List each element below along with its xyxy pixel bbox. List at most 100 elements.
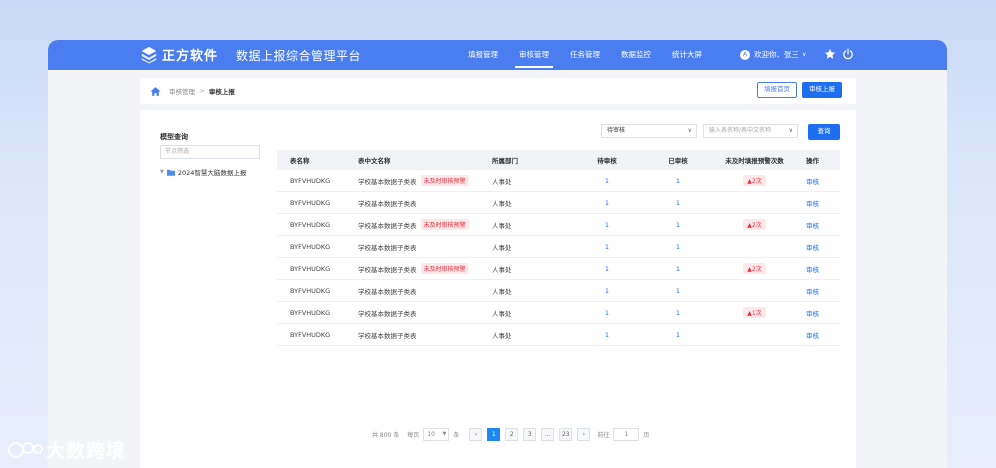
top-bar: 正方软件 数据上报综合管理平台 填报管理 审核管理 任务管理 数据监控 统计大屏… [48, 40, 947, 70]
status-select[interactable]: 待审核 ∨ [601, 124, 697, 138]
review-link[interactable]: 审核 [796, 214, 840, 235]
tree-node[interactable]: ▼ 2024智慧大脑数据上报 [160, 167, 246, 177]
cell-done: 1 [675, 198, 681, 207]
tree-node-label: 2024智慧大脑数据上报 [177, 169, 247, 177]
review-link[interactable]: 审核 [796, 324, 840, 345]
query-button[interactable]: 查询 [808, 124, 840, 140]
cell-dept: 人事处 [492, 221, 512, 230]
cell-cn-name: 学校基本数据子类表 [358, 324, 492, 345]
cell-dept: 人事处 [492, 199, 512, 208]
cell-cn-name: 学校基本数据子类表 [358, 192, 492, 213]
cell-done: 1 [675, 286, 681, 295]
nav-data-monitor[interactable]: 数据监控 [621, 40, 651, 70]
page-2[interactable]: 2 [505, 428, 519, 441]
cell-name: BYFVHUDKG [290, 286, 331, 295]
cn-name-text: 学校基本数据子类表 [358, 265, 417, 274]
cell-dept: 人事处 [492, 265, 512, 274]
home-icon[interactable] [150, 86, 161, 97]
warning-tag: 未及时审核预警 [420, 175, 469, 186]
watermark-text: 大数跨境 [46, 440, 127, 462]
next-page-button[interactable]: › [577, 428, 591, 441]
chevron-down-icon: ∨ [687, 127, 692, 134]
cell-dept: 人事处 [492, 287, 512, 296]
avatar: A [740, 49, 750, 60]
prev-page-button[interactable]: ‹ [469, 428, 483, 441]
warn-count-badge: ▲2次 [743, 219, 766, 230]
cell-dept: 人事处 [492, 177, 512, 186]
table-row: BYFVHUDKG 学校基本数据子类表 未及时审核预警 人事处 1 1 ▲2次 审核 [277, 170, 840, 192]
review-link[interactable]: 审核 [796, 192, 840, 213]
cell-name: BYFVHUDKG [290, 264, 331, 273]
table-row: BYFVHUDKG 学校基本数据子类表 人事处 1 1 审核 [277, 192, 840, 214]
cell-pending: 1 [604, 308, 610, 317]
nav-fill-management[interactable]: 填报管理 [468, 40, 498, 70]
review-link[interactable]: 审核 [796, 302, 840, 323]
cell-done: 1 [675, 176, 681, 185]
breadcrumb-current: 审核上报 [208, 88, 235, 96]
page-3[interactable]: 3 [523, 428, 537, 441]
review-link[interactable]: 审核 [796, 258, 840, 279]
cell-done: 1 [675, 242, 681, 251]
page-23[interactable]: 23 [559, 428, 573, 441]
per-page-select[interactable]: 10 ▼ [423, 428, 450, 441]
review-report-button[interactable]: 审核上报 [802, 82, 842, 98]
per-page-unit: 条 [453, 432, 460, 439]
nav-review-management[interactable]: 审核管理 [515, 40, 553, 70]
cn-name-text: 学校基本数据子类表 [358, 199, 417, 208]
per-page-label: 每页 [407, 432, 420, 439]
cell-cn-name: 学校基本数据子类表 未及时审核预警 [358, 258, 492, 279]
col-cn-name: 表中文名称 [358, 157, 391, 165]
watermark-logo-icon [8, 441, 43, 458]
cell-warn-count: ▲2次 [713, 170, 796, 191]
review-link[interactable]: 审核 [796, 170, 840, 191]
page-ellipsis[interactable]: ... [541, 428, 555, 441]
cell-name: BYFVHUDKG [290, 176, 331, 185]
star-icon[interactable] [824, 48, 836, 60]
cell-cn-name: 学校基本数据子类表 未及时审核预警 [358, 214, 492, 235]
node-filter-input[interactable]: 节点筛选 [160, 145, 260, 159]
brand-name: 正方软件 [162, 49, 219, 64]
cn-name-text: 学校基本数据子类表 [358, 221, 417, 230]
table-row: BYFVHUDKG 学校基本数据子类表 人事处 1 1 审核 [277, 324, 840, 346]
goto-label: 前往 [597, 432, 610, 439]
warn-count-badge: ▲2次 [743, 263, 766, 274]
chevron-down-icon: ∨ [788, 127, 793, 134]
main-content: 模型查询 节点筛选 ▼ 2024智慧大脑数据上报 待审核 ∨ 输入表名称/表中文… [140, 110, 856, 468]
warn-count-text: 1次 [751, 310, 762, 317]
col-pending: 待审核 [597, 157, 617, 165]
col-name: 表名称 [290, 157, 310, 165]
cn-name-text: 学校基本数据子类表 [358, 243, 417, 252]
cell-dept: 人事处 [492, 309, 512, 318]
table-row: BYFVHUDKG 学校基本数据子类表 未及时审核预警 人事处 1 1 ▲2次 审核 [277, 214, 840, 236]
cell-pending: 1 [604, 242, 610, 251]
table-row: BYFVHUDKG 学校基本数据子类表 人事处 1 1 审核 [277, 280, 840, 302]
cell-warn-count [713, 192, 796, 213]
goto-page-input[interactable]: 1 [613, 428, 640, 441]
review-link[interactable]: 审核 [796, 280, 840, 301]
cell-warn-count: ▲2次 [713, 258, 796, 279]
table-row: BYFVHUDKG 学校基本数据子类表 人事处 1 1 审核 [277, 236, 840, 258]
platform-title: 数据上报综合管理平台 [236, 49, 362, 63]
cell-cn-name: 学校基本数据子类表 [358, 236, 492, 257]
table-row: BYFVHUDKG 学校基本数据子类表 人事处 1 1 ▲1次 审核 [277, 302, 840, 324]
cell-pending: 1 [604, 220, 610, 229]
cell-cn-name: 学校基本数据子类表 [358, 280, 492, 301]
chevron-down-icon[interactable]: ▼ [160, 169, 164, 175]
nav-stats-screen[interactable]: 统计大屏 [672, 40, 702, 70]
sidebar-title: 模型查询 [160, 133, 188, 141]
breadcrumb-parent[interactable]: 审核管理 [169, 86, 195, 96]
user-menu[interactable]: A 欢迎你、张三 ∨ [740, 49, 806, 60]
cn-name-text: 学校基本数据子类表 [358, 309, 417, 318]
table-name-input[interactable]: 输入表名称/表中文名称 ∨ [703, 124, 798, 138]
cell-warn-count [713, 236, 796, 257]
warn-count-text: 2次 [751, 222, 762, 229]
nav-task-management[interactable]: 任务管理 [570, 40, 600, 70]
status-select-value: 待审核 [607, 127, 626, 134]
page-1[interactable]: 1 [487, 428, 501, 441]
review-link[interactable]: 审核 [796, 236, 840, 257]
cell-warn-count: ▲2次 [713, 214, 796, 235]
per-page-value: 10 [427, 431, 435, 438]
power-icon[interactable] [842, 48, 854, 60]
fill-home-button[interactable]: 填报首页 [757, 82, 797, 98]
warn-count-badge: ▲1次 [743, 307, 766, 318]
